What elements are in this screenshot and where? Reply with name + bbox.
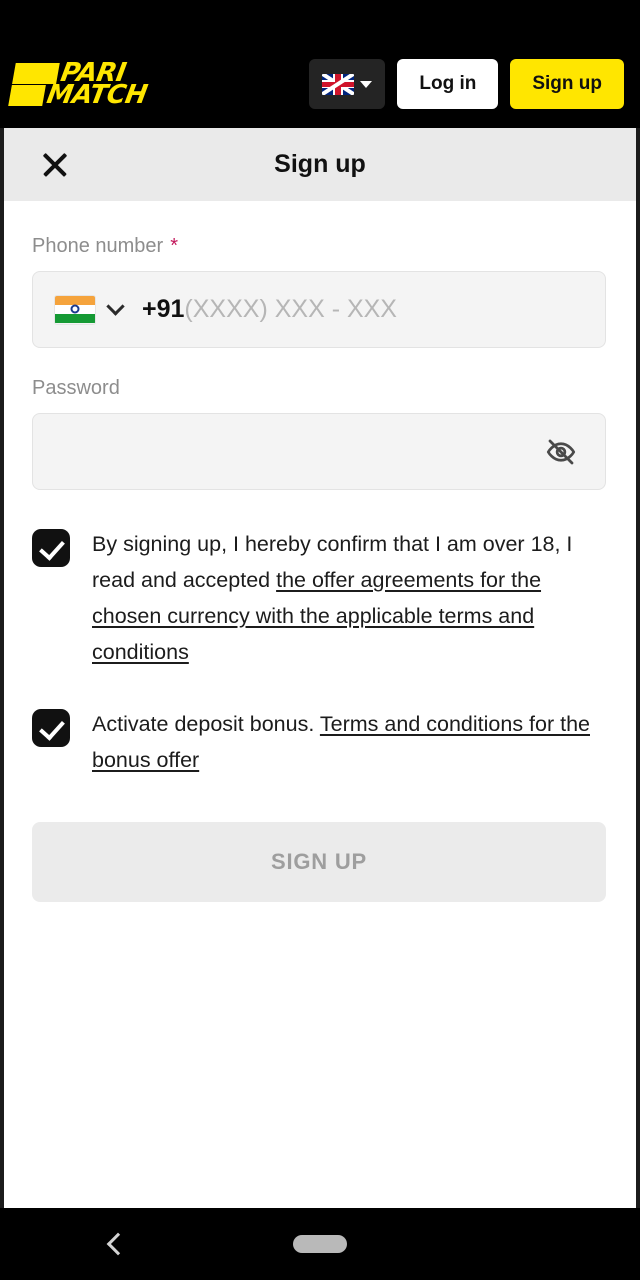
caret-down-icon — [360, 80, 373, 88]
sign-up-submit-button[interactable]: SIGN UP — [32, 822, 606, 902]
password-label-text: Password — [32, 377, 120, 399]
phone-number-label: Phone number * — [32, 235, 606, 258]
chevron-down-icon[interactable] — [106, 297, 125, 316]
dial-code: +91 — [142, 295, 185, 323]
bonus-checkbox-row[interactable]: Activate deposit bonus. Terms and condit… — [32, 706, 606, 778]
phone-placeholder: (XXXX) XXX - XXX — [184, 295, 397, 323]
india-flag-icon — [55, 295, 95, 324]
site-header: PARI MATCH Log in Sign up — [0, 40, 640, 128]
phone-field-block: Phone number * +91 (XXXX) XXX - XXX — [32, 235, 606, 348]
page-title: Sign up — [274, 150, 366, 178]
login-button[interactable]: Log in — [397, 59, 499, 109]
bonus-checkbox[interactable] — [32, 709, 70, 747]
required-asterisk: * — [170, 235, 178, 257]
back-chevron-icon[interactable] — [106, 1232, 130, 1256]
logo-slab-icon — [8, 84, 46, 106]
password-input[interactable] — [32, 413, 606, 490]
phone-input[interactable]: +91 (XXXX) XXX - XXX — [32, 271, 606, 348]
uk-flag-icon — [322, 73, 355, 95]
device-screen: PARI MATCH Log in Sign up Sign up Phone … — [0, 0, 640, 1280]
password-label: Password — [32, 377, 606, 400]
logo-text-match: MATCH — [44, 80, 150, 110]
signup-button[interactable]: Sign up — [510, 59, 624, 109]
page-content: Sign up Phone number * +91 (XXXX) XXX - … — [0, 128, 640, 1208]
modal-header: Sign up — [4, 128, 636, 201]
eye-off-icon[interactable] — [539, 430, 583, 474]
language-selector[interactable] — [309, 59, 386, 109]
terms-checkbox[interactable] — [32, 529, 70, 567]
bonus-text: Activate deposit bonus. Terms and condit… — [92, 706, 606, 778]
terms-checkbox-row[interactable]: By signing up, I hereby confirm that I a… — [32, 526, 606, 670]
phone-number-label-text: Phone number — [32, 235, 164, 257]
close-icon[interactable] — [38, 148, 72, 182]
bonus-text-static: Activate deposit bonus. — [92, 712, 320, 736]
logo-line-2: MATCH — [8, 80, 150, 110]
android-nav-bar — [0, 1208, 640, 1280]
home-pill-icon[interactable] — [293, 1235, 347, 1253]
header-actions: Log in Sign up — [309, 59, 624, 109]
password-field-block: Password — [32, 377, 606, 490]
terms-text: By signing up, I hereby confirm that I a… — [92, 526, 606, 670]
status-bar — [0, 0, 640, 40]
parimatch-logo[interactable]: PARI MATCH — [8, 58, 152, 110]
signup-form: Phone number * +91 (XXXX) XXX - XXX Pass… — [4, 201, 636, 1208]
